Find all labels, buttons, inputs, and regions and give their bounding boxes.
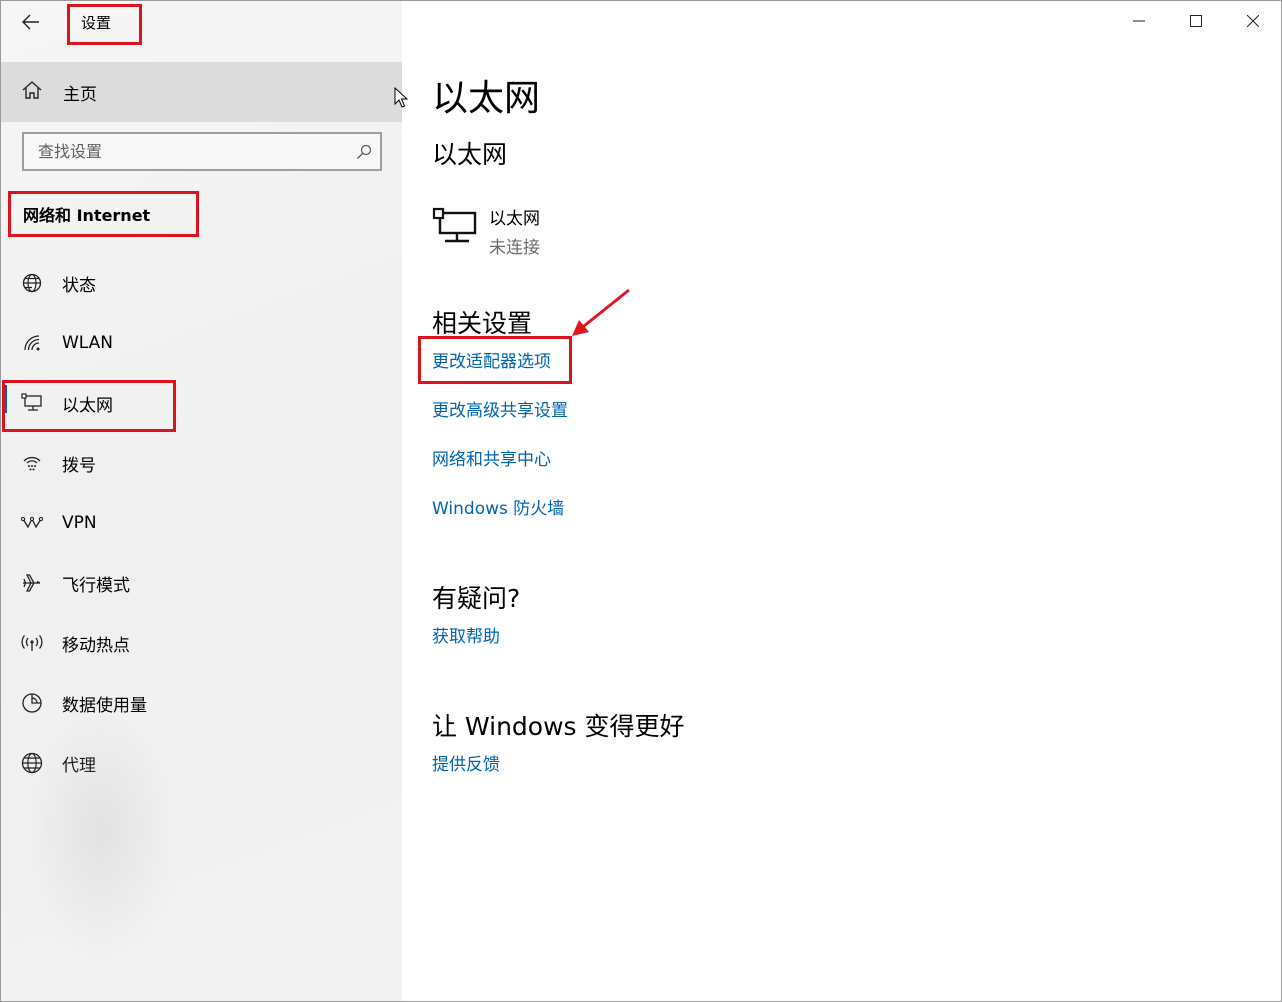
adapter-status: 未连接 — [489, 238, 540, 258]
sidebar-item-label: 数据使用量 — [62, 695, 147, 716]
link-advanced-sharing[interactable]: 更改高级共享设置 — [432, 396, 568, 421]
section-title: 网络和 Internet — [23, 206, 151, 225]
app-title: 设置 — [81, 14, 112, 32]
back-arrow-icon — [22, 14, 39, 30]
adapter-text: 以太网 未连接 — [489, 204, 540, 258]
globe-status-icon — [21, 272, 43, 294]
sidebar-item-proxy[interactable]: 代理 — [1, 733, 402, 793]
dialup-icon — [21, 452, 43, 474]
sidebar-item-label: VPN — [62, 513, 97, 533]
sidebar-item-hotspot[interactable]: 移动热点 — [1, 613, 402, 673]
link-get-help[interactable]: 获取帮助 — [432, 622, 500, 647]
sidebar-item-label: 状态 — [62, 275, 96, 296]
vpn-icon — [21, 512, 43, 534]
close-icon — [1246, 15, 1259, 27]
home-label: 主页 — [63, 84, 97, 105]
sidebar-item-label: 拨号 — [62, 455, 96, 476]
maximize-icon — [1189, 15, 1202, 27]
settings-window: 设置 主页 网络和 Internet — [0, 0, 1282, 1002]
sidebar-item-dialup[interactable]: 拨号 — [1, 433, 402, 493]
search-input[interactable] — [24, 134, 348, 169]
sidebar-item-status[interactable]: 状态 — [1, 253, 402, 313]
sidebar-item-wlan[interactable]: WLAN — [1, 313, 402, 373]
subheading: 以太网 — [432, 140, 508, 169]
sidebar-item-home[interactable]: 主页 — [1, 62, 402, 122]
selection-indicator — [3, 385, 7, 413]
link-give-feedback[interactable]: 提供反馈 — [432, 750, 500, 775]
adapter-name: 以太网 — [489, 209, 540, 229]
page-title: 以太网 — [432, 78, 541, 119]
search-box[interactable] — [22, 132, 382, 171]
airplane-icon — [21, 572, 43, 594]
search-icon[interactable] — [348, 135, 380, 169]
sidebar-item-label: 代理 — [62, 755, 96, 776]
hotspot-icon — [21, 632, 43, 654]
sidebar-item-label: 以太网 — [62, 395, 113, 416]
data-usage-icon — [21, 692, 43, 714]
ethernet-adapter-tile[interactable]: 以太网 未连接 — [432, 204, 652, 258]
link-network-sharing-center[interactable]: 网络和共享中心 — [432, 445, 551, 470]
ethernet-large-icon — [432, 207, 477, 243]
main-content: 以太网 以太网 以太网 未连接 相关设置 更改适配器选项 更改高级共享设置 网络… — [402, 1, 1281, 1001]
minimize-button[interactable] — [1110, 1, 1167, 41]
sidebar-item-label: 飞行模式 — [62, 575, 130, 596]
back-button[interactable] — [11, 5, 51, 39]
link-windows-firewall[interactable]: Windows 防火墙 — [432, 494, 564, 519]
sidebar-item-label: 移动热点 — [62, 635, 130, 656]
annotation-arrow-icon — [572, 288, 630, 336]
globe-proxy-icon — [21, 752, 43, 774]
sidebar-item-ethernet[interactable]: 以太网 — [1, 373, 402, 433]
link-change-adapter-options[interactable]: 更改适配器选项 — [432, 347, 551, 372]
sidebar-item-airplane-mode[interactable]: 飞行模式 — [1, 553, 402, 613]
wifi-icon — [21, 332, 43, 354]
related-settings-heading: 相关设置 — [432, 309, 533, 338]
maximize-button[interactable] — [1167, 1, 1224, 41]
feedback-heading: 让 Windows 变得更好 — [432, 712, 685, 741]
minimize-icon — [1132, 20, 1145, 22]
home-icon — [21, 79, 43, 105]
ethernet-icon — [21, 392, 43, 414]
sidebar-item-vpn[interactable]: VPN — [1, 493, 402, 553]
sidebar-item-label: WLAN — [62, 333, 114, 353]
close-button[interactable] — [1224, 1, 1281, 41]
sidebar-item-data-usage[interactable]: 数据使用量 — [1, 673, 402, 733]
questions-heading: 有疑问? — [432, 584, 521, 613]
sidebar: 设置 主页 网络和 Internet — [1, 1, 402, 1001]
